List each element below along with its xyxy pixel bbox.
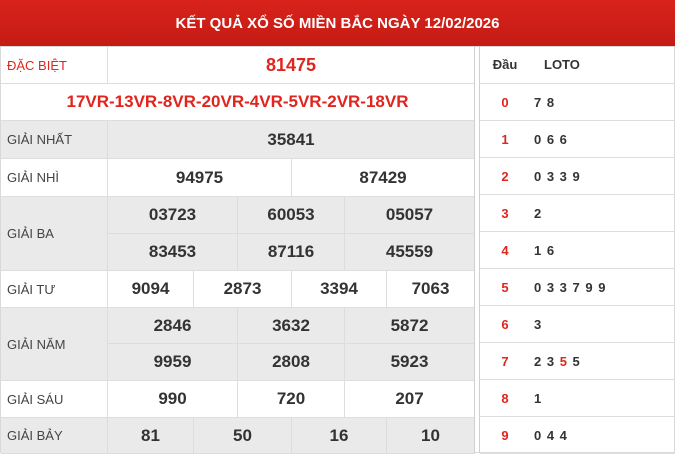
loto-digit: 2 xyxy=(534,353,547,369)
loto-dau: 3 xyxy=(480,195,530,232)
special-codes: 17VR-13VR-8VR-20VR-4VR-5VR-2VR-18VR xyxy=(1,84,475,121)
prize-label-first: GIẢI NHẤT xyxy=(1,121,108,159)
fourth-prize-value: 2873 xyxy=(194,271,292,308)
seventh-prize-value: 16 xyxy=(292,418,387,454)
fifth-prize-value: 9959 xyxy=(108,344,238,381)
loto-dau: 8 xyxy=(480,380,530,417)
loto-dau: 7 xyxy=(480,343,530,380)
loto-dau: 5 xyxy=(480,269,530,306)
prize-label-special: ĐẶC BIỆT xyxy=(1,47,108,84)
loto-values: 0 4 4 xyxy=(530,417,675,454)
loto-dau: 1 xyxy=(480,121,530,158)
fifth-prize-value: 2808 xyxy=(238,344,345,381)
sixth-prize-value: 990 xyxy=(108,381,238,418)
fourth-prize-value: 3394 xyxy=(292,271,387,308)
loto-header-dau: Đầu xyxy=(480,46,530,84)
prize-label-second: GIẢI NHÌ xyxy=(1,159,108,197)
loto-digit: 3 xyxy=(546,353,560,369)
loto-dau: 9 xyxy=(480,417,530,454)
loto-values: 2 xyxy=(530,195,675,232)
third-prize-value: 87116 xyxy=(238,234,345,271)
fifth-prize-value: 5872 xyxy=(345,308,475,344)
loto-values: 1 xyxy=(530,380,675,417)
fifth-prize-value: 2846 xyxy=(108,308,238,344)
seventh-prize-value: 10 xyxy=(387,418,475,454)
seventh-prize-value: 81 xyxy=(108,418,194,454)
special-prize-value: 81475 xyxy=(108,47,475,84)
second-prize-value: 94975 xyxy=(108,159,292,197)
loto-values: 1 6 xyxy=(530,232,675,269)
loto-values: 0 3 3 9 xyxy=(530,158,675,195)
loto-values: 0 6 6 xyxy=(530,121,675,158)
third-prize-value: 60053 xyxy=(238,197,345,234)
prize-label-third: GIẢI BA xyxy=(1,197,108,271)
fourth-prize-value: 9094 xyxy=(108,271,194,308)
loto-digit: 5 xyxy=(572,353,581,369)
sixth-prize-value: 207 xyxy=(345,381,475,418)
loto-dau: 4 xyxy=(480,232,530,269)
third-prize-value: 45559 xyxy=(345,234,475,271)
column-divider xyxy=(474,46,475,453)
fifth-prize-value: 5923 xyxy=(345,344,475,381)
prize-label-sixth: GIẢI SÁU xyxy=(1,381,108,418)
page-title: KẾT QUẢ XỔ SỐ MIỀN BẮC NGÀY 12/02/2026 xyxy=(0,0,675,46)
loto-dau: 6 xyxy=(480,306,530,343)
third-prize-value: 05057 xyxy=(345,197,475,234)
second-prize-value: 87429 xyxy=(292,159,475,197)
first-prize-value: 35841 xyxy=(108,121,475,159)
loto-values: 2 3 5 5 xyxy=(530,343,675,380)
loto-digit: 5 xyxy=(559,353,573,369)
loto-values: 3 xyxy=(530,306,675,343)
prize-label-fourth: GIẢI TƯ xyxy=(1,271,108,308)
prize-label-fifth: GIẢI NĂM xyxy=(1,308,108,381)
third-prize-value: 03723 xyxy=(108,197,238,234)
loto-header-loto: LOTO xyxy=(530,46,675,84)
seventh-prize-value: 50 xyxy=(194,418,292,454)
fourth-prize-value: 7063 xyxy=(387,271,475,308)
prize-label-seventh: GIẢI BẢY xyxy=(1,418,108,454)
loto-values: 0 3 3 7 9 9 xyxy=(530,269,675,306)
loto-dau: 2 xyxy=(480,158,530,195)
loto-values: 7 8 xyxy=(530,84,675,121)
third-prize-value: 83453 xyxy=(108,234,238,271)
fifth-prize-value: 3632 xyxy=(238,308,345,344)
sixth-prize-value: 720 xyxy=(238,381,345,418)
loto-dau: 0 xyxy=(480,84,530,121)
